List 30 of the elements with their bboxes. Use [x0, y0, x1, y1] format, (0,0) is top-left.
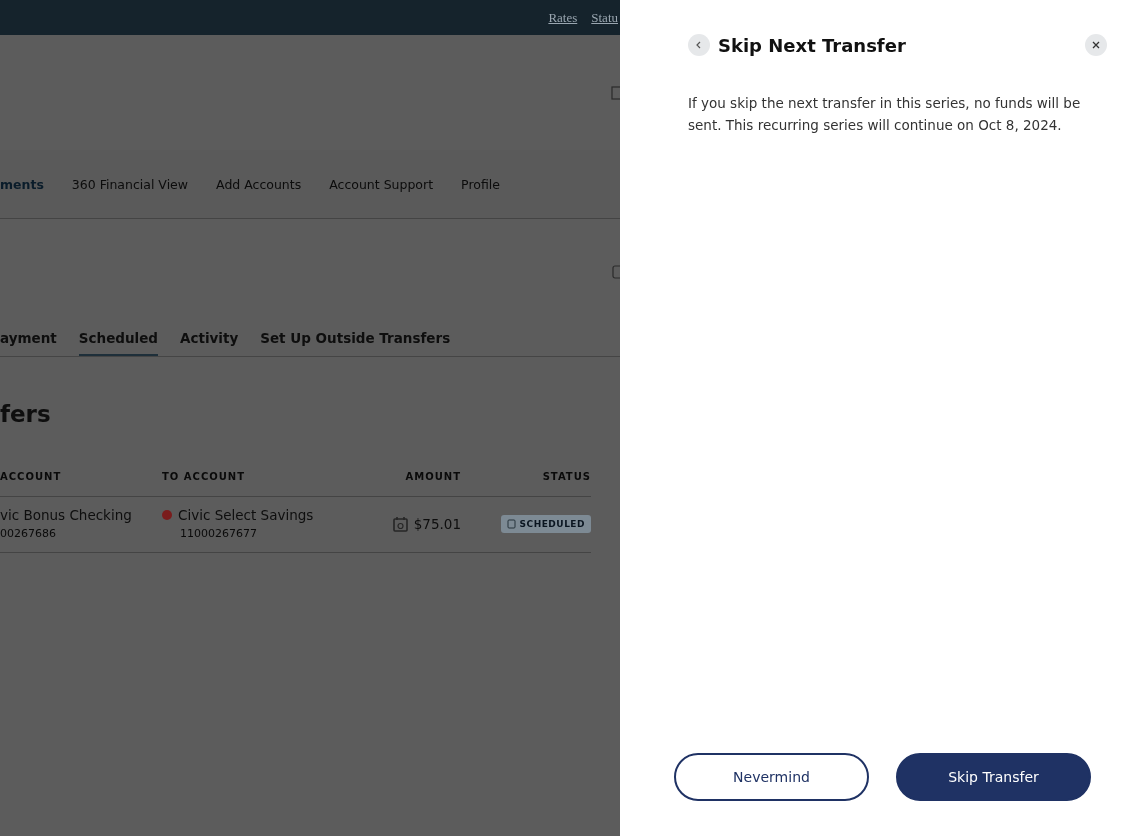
column-header: TO ACCOUNT [162, 463, 380, 497]
tab[interactable]: Set Up Outside Transfers [260, 324, 451, 356]
account-number: 00267686 [0, 527, 56, 540]
nav-item[interactable]: Profile [461, 176, 500, 192]
panel-title: Skip Next Transfer [718, 34, 907, 56]
back-button[interactable] [688, 34, 710, 56]
tab[interactable]: Scheduled [78, 324, 158, 356]
tab[interactable]: Activity [180, 324, 239, 356]
chevron-left-icon [695, 41, 703, 49]
amount: $75.01 [413, 515, 461, 532]
nav-item[interactable]: Add Accounts [216, 176, 302, 192]
column-header: AMOUNT [380, 463, 461, 497]
nav-item[interactable]: Account Support [329, 176, 434, 192]
tab[interactable]: ayment [0, 324, 57, 356]
section-title: fers [0, 401, 52, 429]
account-name: Civic Select Savings [178, 507, 314, 523]
nav-item[interactable]: 360 Financial View [71, 176, 189, 192]
close-button[interactable] [1085, 34, 1107, 56]
cancel-button[interactable]: Nevermind [674, 753, 869, 801]
account-number: 11000267677 [180, 527, 257, 540]
account-name: vic Bonus Checking [0, 507, 132, 523]
nav-item[interactable]: ments [0, 176, 44, 192]
confirm-button[interactable]: Skip Transfer [896, 753, 1091, 801]
column-header: STATUS [461, 463, 591, 497]
close-icon [1092, 41, 1100, 49]
top-link[interactable]: Statu [591, 9, 618, 26]
column-header: ACCOUNT [0, 463, 162, 497]
status-badge: SCHEDULED [500, 514, 591, 533]
panel-message: If you skip the next transfer in this series, no funds will be sent. This recurring series will continue on Oct 8, 2024. [688, 94, 1082, 135]
top-link[interactable]: Rates [548, 9, 578, 26]
